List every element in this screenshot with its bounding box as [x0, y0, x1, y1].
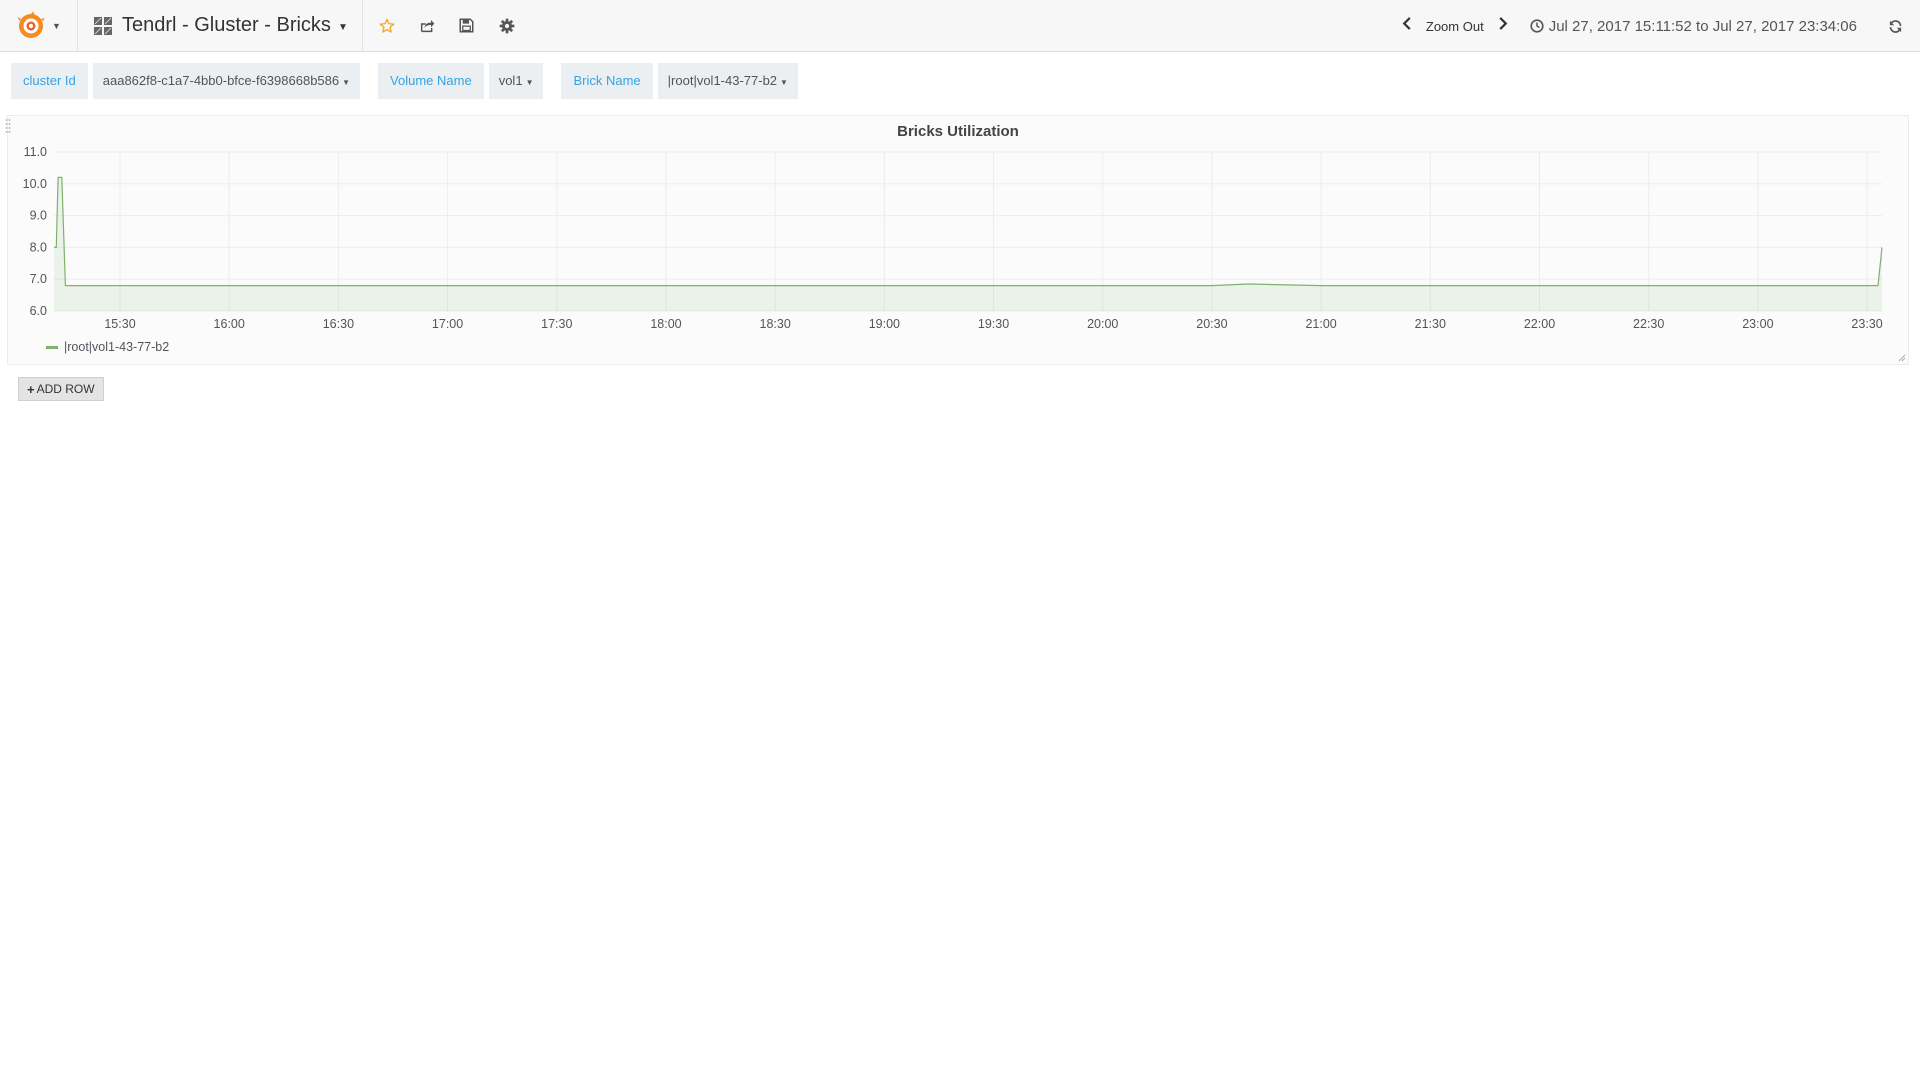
legend-swatch [46, 345, 58, 349]
y-tick-label: 9.0 [30, 209, 47, 223]
x-tick-label: 15:30 [104, 317, 135, 331]
dashboard-grid-icon [94, 16, 112, 35]
legend-label: |root|vol1-43-77-b2 [64, 340, 170, 354]
x-tick-label: 16:00 [214, 317, 245, 331]
y-tick-label: 6.0 [30, 304, 47, 318]
variable-label-volume-name: Volume Name [378, 63, 484, 99]
star-dashboard-button[interactable] [367, 0, 407, 52]
bricks-utilization-chart[interactable]: 6.0 7.0 8.0 9.0 10.0 11.0 15:30 16:00 16:30 17:00… [8, 116, 1910, 366]
variable-value: vol1 [498, 73, 523, 88]
variable-value: aaa862f8-c1a7-4bb0-bfce-f6398668b586 [102, 73, 340, 88]
zoom-out-button[interactable]: Zoom Out [1418, 19, 1492, 34]
caret-down-icon: ▼ [342, 78, 351, 87]
x-tick-label: 21:00 [1305, 317, 1336, 331]
variable-label-cluster-id: cluster Id [11, 63, 88, 99]
refresh-icon [1889, 19, 1901, 33]
zoom-controls: Zoom Out [1396, 17, 1514, 35]
legend-item[interactable]: |root|vol1-43-77-b2 [46, 340, 169, 354]
x-tick-label: 18:00 [650, 317, 681, 331]
caret-down-icon: ▼ [337, 22, 348, 33]
time-shift-forward-button[interactable] [1492, 17, 1514, 35]
variable-label-brick-name: Brick Name [561, 63, 653, 99]
template-variables: cluster Id aaa862f8-c1a7-4bb0-bfce-f6398… [11, 63, 816, 99]
clock-icon [1530, 19, 1544, 33]
y-tick-label: 7.0 [30, 272, 47, 286]
refresh-button[interactable] [1875, 0, 1915, 52]
top-navbar: ▼ Tendrl - Gluster - Bricks ▼ Zoom Out J… [0, 0, 1920, 52]
x-tick-label: 23:30 [1851, 317, 1882, 331]
time-range-picker[interactable]: Jul 27, 2017 15:11:52 to Jul 27, 2017 23… [1530, 18, 1857, 35]
x-tick-label: 20:30 [1196, 317, 1227, 331]
caret-down-icon: ▼ [52, 20, 61, 31]
series-area [54, 177, 1882, 311]
x-tick-label: 19:00 [869, 317, 900, 331]
series-line [54, 176, 1883, 287]
settings-button[interactable] [487, 0, 527, 52]
grafana-menu-button[interactable]: ▼ [0, 0, 78, 52]
caret-down-icon: ▼ [525, 78, 534, 87]
x-tick-label: 19:30 [978, 317, 1009, 331]
variable-select-brick-name[interactable]: |root|vol1-43-77-b2 ▼ [657, 63, 798, 99]
dashboard-title-dropdown[interactable]: Tendrl - Gluster - Bricks ▼ [78, 0, 363, 52]
caret-down-icon: ▼ [780, 78, 788, 87]
x-tick-label: 22:00 [1524, 317, 1555, 331]
navbar-time-controls: Zoom Out Jul 27, 2017 15:11:52 to Jul 27… [1396, 0, 1920, 52]
variable-select-volume-name[interactable]: vol1 ▼ [488, 63, 544, 99]
y-tick-label: 8.0 [30, 240, 47, 254]
time-shift-back-button[interactable] [1396, 17, 1418, 35]
x-tick-label: 21:30 [1415, 317, 1446, 331]
dashboard-title: Tendrl - Gluster - Bricks [122, 14, 331, 36]
x-tick-label: 23:00 [1742, 317, 1773, 331]
variable-select-cluster-id[interactable]: aaa862f8-c1a7-4bb0-bfce-f6398668b586 ▼ [92, 63, 361, 99]
add-row-label: ADD ROW [36, 382, 95, 396]
chevron-left-icon [1402, 17, 1411, 30]
plus-icon: + [27, 381, 35, 397]
share-icon [420, 19, 435, 32]
x-tick-label: 17:30 [541, 317, 572, 331]
x-tick-label: 18:30 [760, 317, 791, 331]
share-dashboard-button[interactable] [407, 0, 447, 52]
y-tick-label: 10.0 [23, 177, 47, 191]
x-tick-label: 20:00 [1087, 317, 1118, 331]
resize-handle-icon[interactable] [1896, 352, 1906, 362]
save-dashboard-button[interactable] [447, 0, 487, 52]
gear-icon [499, 18, 515, 33]
star-icon [379, 18, 395, 33]
variable-value: |root|vol1-43-77-b2 [667, 73, 778, 88]
chevron-right-icon [1499, 17, 1508, 30]
x-tick-label: 16:30 [323, 317, 354, 331]
save-icon [459, 18, 474, 33]
x-tick-label: 17:00 [432, 317, 463, 331]
x-tick-label: 22:30 [1633, 317, 1664, 331]
bricks-utilization-panel: Bricks Utilization 6.0 7.0 8.0 9.0 10.0 11.0 1… [5, 115, 1910, 366]
time-range-text: Jul 27, 2017 15:11:52 to Jul 27, 2017 23… [1548, 17, 1857, 35]
add-row-button[interactable]: + ADD ROW [18, 377, 104, 401]
y-tick-label: 11.0 [24, 145, 47, 159]
grafana-logo-icon [18, 11, 45, 38]
